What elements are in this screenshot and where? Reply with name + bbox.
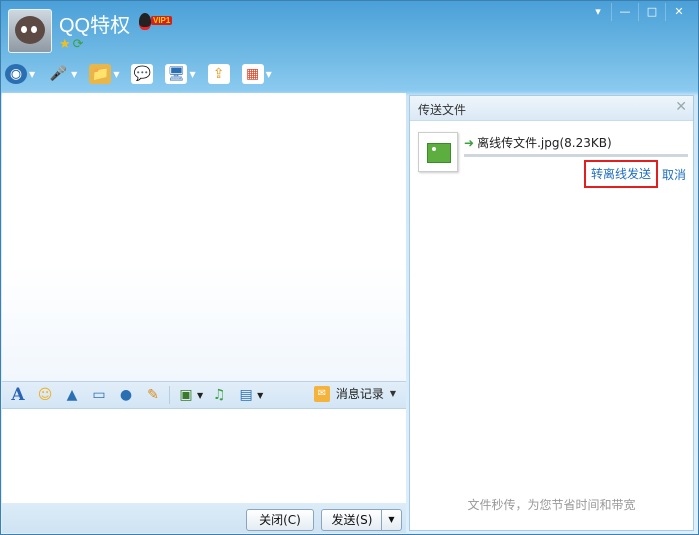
message-history-button[interactable]: ✉ 消息记录 ▼ — [313, 385, 396, 402]
voice-message-icon[interactable]: ● — [115, 385, 137, 405]
music-icon[interactable]: ♫ — [208, 385, 230, 405]
file-transfer-panel: 传送文件 ✕ ➜ 离线传文件.jpg(8.23KB) 转离线发送 取消 文件秒传，… — [409, 95, 694, 531]
send-options-button[interactable]: ▼ — [381, 509, 402, 531]
remote-assist-icon: 🖥 — [165, 64, 188, 84]
penguin-icon — [139, 13, 151, 30]
shake-icon[interactable]: ▲ — [61, 385, 83, 405]
chevron-down-icon[interactable]: ▼ — [257, 391, 263, 400]
transfer-header: 传送文件 ✕ — [410, 96, 693, 121]
screenshot-frame-icon[interactable]: ▭ — [88, 385, 110, 405]
menu-button[interactable]: ▾ — [585, 3, 611, 21]
file-name-text: 离线传文件.jpg(8.23KB) — [477, 136, 612, 150]
status-icons: ★ ⟳ — [59, 37, 86, 52]
offline-send-link[interactable]: 转离线发送 — [584, 160, 658, 188]
video-call-icon: ◉ — [5, 64, 27, 84]
maximize-button[interactable]: □ — [638, 3, 665, 21]
transfer-slogan: 文件秒传，为您节省时间和带宽 — [467, 498, 636, 512]
close-window-button[interactable]: ✕ — [665, 3, 692, 21]
separator — [169, 386, 170, 404]
doodle-icon[interactable]: ✎ — [142, 385, 164, 405]
message-input[interactable] — [2, 409, 406, 503]
avatar[interactable] — [8, 9, 52, 53]
bottom-bar: 关闭(C) 发送(S) ▼ — [2, 503, 406, 533]
file-name: ➜ 离线传文件.jpg(8.23KB) — [464, 134, 612, 151]
history-label: 消息记录 — [335, 387, 384, 401]
window-controls: ▾ — □ ✕ — [585, 3, 692, 21]
send-file-icon: 📁 — [89, 64, 112, 84]
apps-icon: ▦ — [241, 64, 264, 84]
emoji-icon[interactable]: ☺ — [34, 385, 56, 405]
remote-assist-button[interactable]: 🖥 ▼ — [165, 64, 196, 84]
send-image-icon[interactable]: ▣ — [175, 385, 197, 405]
share-screen-icon: ⇪ — [207, 64, 230, 84]
image-file-icon[interactable] — [418, 132, 458, 172]
voice-call-button[interactable]: 🎤 ▼ — [47, 64, 77, 84]
input-toolbar: A ☺ ▲ ▭ ● ✎ ▣ ▼ ♫ ▤ ▼ ✉ 消息记录 ▼ — [2, 381, 406, 409]
star-icon[interactable]: ★ — [59, 37, 71, 52]
chevron-down-icon[interactable]: ▼ — [197, 391, 203, 400]
close-button[interactable]: 关闭(C) — [246, 509, 314, 531]
share-screen-button[interactable]: ⇪ — [207, 64, 230, 84]
apps-button[interactable]: ▦ ▼ — [241, 64, 272, 84]
upload-arrow-icon: ➜ — [464, 136, 475, 150]
send-file-button[interactable]: 📁 ▼ — [89, 64, 119, 84]
screen-capture-icon[interactable]: ▤ — [235, 385, 257, 405]
transfer-progress-bar — [464, 154, 688, 157]
chevron-down-icon: ▼ — [389, 389, 396, 398]
transfer-title: 传送文件 — [418, 103, 467, 117]
send-button[interactable]: 发送(S) — [321, 509, 382, 531]
message-display-area[interactable] — [2, 93, 406, 381]
minimize-button[interactable]: — — [611, 3, 638, 21]
chat-window: QQ特权 VIP1 ★ ⟳ ▾ — □ ✕ ◉ ▼ 🎤 ▼ 📁 ▼ 💬 🖥 ▼ ⇪ — [0, 0, 699, 535]
vip-tag: VIP1 — [151, 16, 173, 25]
video-call-button[interactable]: ◉ ▼ — [5, 64, 35, 84]
vip-badge[interactable]: VIP1 — [139, 13, 175, 30]
refresh-icon[interactable]: ⟳ — [73, 37, 84, 52]
voice-call-icon: 🎤 — [49, 66, 67, 82]
group-chat-button[interactable]: 💬 — [131, 64, 154, 84]
group-chat-icon: 💬 — [131, 64, 154, 84]
cancel-link[interactable]: 取消 — [662, 166, 686, 183]
history-icon: ✉ — [313, 385, 330, 402]
contact-name: QQ特权 — [59, 15, 131, 37]
main-toolbar: ◉ ▼ 🎤 ▼ 📁 ▼ 💬 🖥 ▼ ⇪ ▦ ▼ — [5, 59, 284, 89]
close-icon[interactable]: ✕ — [675, 99, 687, 115]
font-icon[interactable]: A — [7, 385, 29, 405]
